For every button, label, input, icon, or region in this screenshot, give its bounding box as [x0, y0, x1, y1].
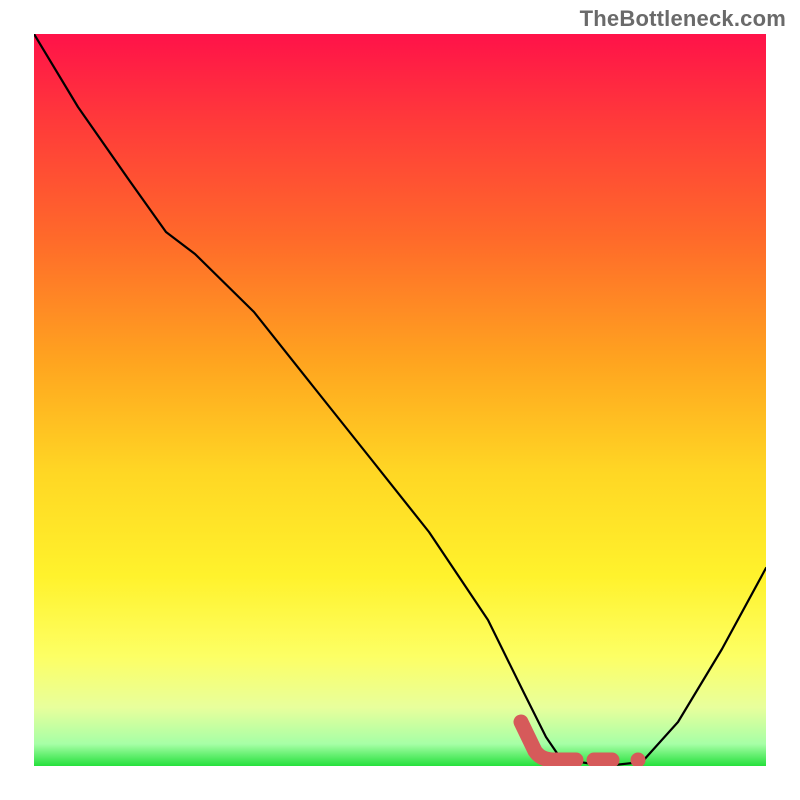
chart-container: TheBottleneck.com — [0, 0, 800, 800]
compatibility-marker-group — [521, 722, 612, 760]
watermark-text: TheBottleneck.com — [580, 6, 786, 32]
plot-area — [34, 34, 766, 766]
compat-marker-dot — [631, 753, 646, 767]
bottleneck-curve — [34, 34, 766, 766]
curve-layer — [34, 34, 766, 766]
